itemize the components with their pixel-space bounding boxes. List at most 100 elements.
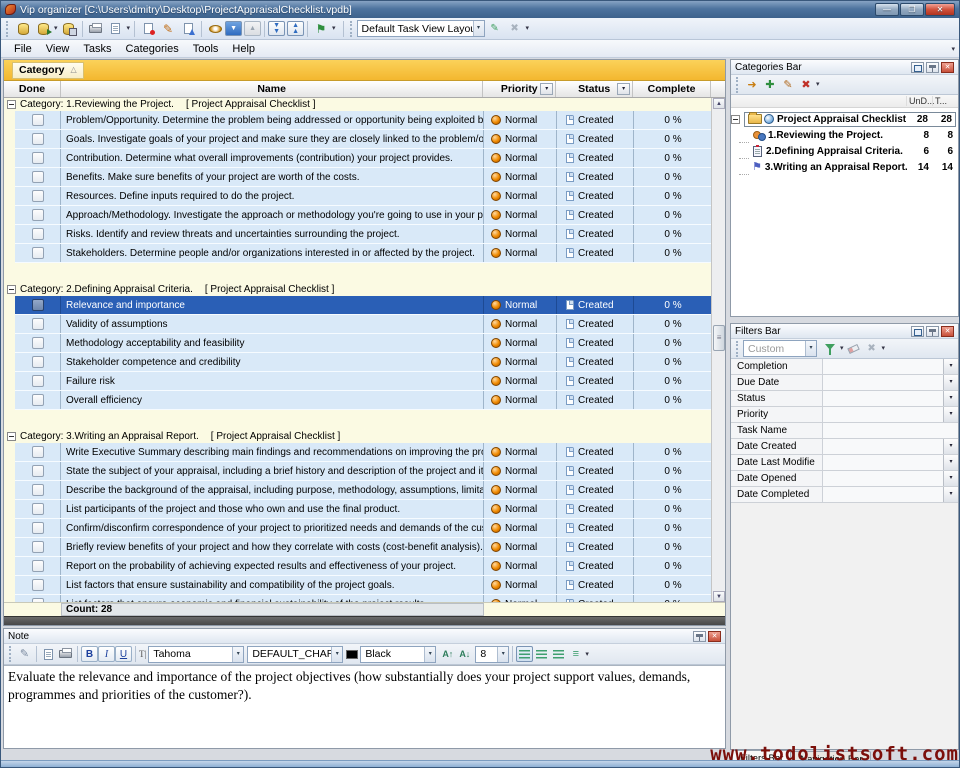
layout-caret-icon[interactable]: ▾ bbox=[526, 19, 530, 38]
font-name-dropdown[interactable]: ▾ bbox=[232, 647, 243, 662]
menu-help[interactable]: Help bbox=[225, 42, 262, 56]
toolbar-grip[interactable] bbox=[6, 21, 10, 37]
column-total[interactable]: T... bbox=[932, 96, 958, 106]
task-row[interactable]: Methodology acceptability and feasibilit… bbox=[15, 334, 711, 353]
menu-file[interactable]: File bbox=[7, 42, 39, 56]
task-row[interactable]: Contribution. Determine what overall imp… bbox=[15, 149, 711, 168]
task-checkbox[interactable] bbox=[32, 541, 44, 553]
filter-value-field[interactable] bbox=[823, 487, 943, 502]
note-close-icon[interactable]: ✕ bbox=[708, 631, 721, 642]
task-checkbox[interactable] bbox=[32, 133, 44, 145]
move-down-button[interactable]: ▼ bbox=[225, 21, 242, 36]
delete-category-button[interactable]: ✖ bbox=[797, 77, 815, 93]
task-row[interactable]: List factors that ensure sustainability … bbox=[15, 576, 711, 595]
tree-item[interactable]: 1.Reviewing the Project.88 bbox=[731, 127, 958, 143]
filter-dropdown-icon[interactable]: ▾ bbox=[943, 391, 958, 406]
task-row[interactable]: List factors that ensure economic and fi… bbox=[15, 595, 711, 602]
task-row[interactable]: Resources. Define inputs required to do … bbox=[15, 187, 711, 206]
filter-dropdown-icon[interactable]: ▾ bbox=[943, 439, 958, 454]
font-size-combo[interactable]: 8 ▾ bbox=[475, 646, 509, 663]
task-checkbox[interactable] bbox=[32, 560, 44, 572]
scrollbar-thumb[interactable] bbox=[713, 325, 725, 351]
toolbar-grip[interactable] bbox=[736, 77, 740, 93]
filter-dropdown-icon[interactable]: ▾ bbox=[943, 375, 958, 390]
font-color-dropdown[interactable]: ▾ bbox=[424, 647, 435, 662]
delete-task-button[interactable] bbox=[178, 19, 198, 38]
task-checkbox[interactable] bbox=[32, 190, 44, 202]
menu-view[interactable]: View bbox=[39, 42, 77, 56]
collapse-icon[interactable] bbox=[7, 432, 16, 441]
underline-button[interactable]: U bbox=[115, 646, 132, 662]
restore-icon[interactable] bbox=[911, 326, 924, 337]
filter-dropdown-icon[interactable]: ▾ bbox=[943, 471, 958, 486]
tree-collapse-icon[interactable] bbox=[731, 115, 740, 124]
column-undone[interactable]: UnD... bbox=[906, 96, 932, 106]
filter-value-field[interactable] bbox=[823, 423, 958, 438]
filter-dropdown-icon[interactable]: ▾ bbox=[943, 359, 958, 374]
filters-close-icon[interactable]: ✕ bbox=[941, 326, 954, 337]
apply-filter-button[interactable] bbox=[821, 341, 839, 357]
categories-close-icon[interactable]: ✕ bbox=[941, 62, 954, 73]
charset-combo[interactable]: DEFAULT_CHAR ▾ bbox=[247, 646, 343, 663]
task-checkbox[interactable] bbox=[32, 503, 44, 515]
font-name-combo[interactable]: Tahoma ▾ bbox=[148, 646, 244, 663]
filter-value-field[interactable] bbox=[823, 471, 943, 486]
group-by-category-chip[interactable]: Category △ bbox=[12, 62, 84, 79]
task-row[interactable]: Overall efficiencyNormalCreated0 % bbox=[15, 391, 711, 410]
task-checkbox[interactable] bbox=[32, 209, 44, 221]
note-edit-button[interactable]: ✎ bbox=[16, 646, 33, 662]
layout-combo-dropdown[interactable]: ▾ bbox=[473, 21, 484, 36]
tree-item[interactable]: ⚑3.Writing an Appraisal Report.1414 bbox=[731, 159, 958, 175]
italic-button[interactable]: I bbox=[98, 646, 115, 662]
note-page-button[interactable] bbox=[40, 646, 57, 662]
remove-filter-button[interactable]: ✖ bbox=[863, 341, 881, 357]
task-checkbox[interactable] bbox=[32, 579, 44, 591]
filter-value-field[interactable] bbox=[823, 455, 943, 470]
delete-layout-button[interactable]: ✖ bbox=[505, 19, 525, 38]
task-row[interactable]: Approach/Methodology. Investigate the ap… bbox=[15, 206, 711, 225]
filter-dropdown-icon[interactable]: ▾ bbox=[943, 407, 958, 422]
save-layout-button[interactable]: ✎ bbox=[485, 19, 505, 38]
task-checkbox[interactable] bbox=[32, 152, 44, 164]
move-up-button[interactable]: ▲ bbox=[244, 21, 261, 36]
filter-dropdown-icon[interactable]: ▾ bbox=[943, 455, 958, 470]
open-database-caret-icon[interactable]: ▾ bbox=[54, 19, 58, 38]
task-checkbox[interactable] bbox=[32, 247, 44, 259]
new-database-button[interactable] bbox=[13, 19, 33, 38]
minimize-button[interactable]: — bbox=[875, 3, 899, 16]
task-row[interactable]: Relevance and importanceNormalCreated0 % bbox=[15, 296, 711, 315]
layout-combo[interactable]: Default Task View Layout ▾ bbox=[357, 20, 485, 37]
task-row[interactable]: Stakeholder competence and credibilityNo… bbox=[15, 353, 711, 372]
filter-preset-dropdown[interactable]: ▾ bbox=[805, 341, 816, 356]
task-checkbox[interactable] bbox=[32, 446, 44, 458]
collapse-icon[interactable] bbox=[7, 285, 16, 294]
print-preview-button[interactable] bbox=[106, 19, 126, 38]
decrease-font-button[interactable]: A↓ bbox=[456, 646, 473, 662]
task-checkbox[interactable] bbox=[32, 228, 44, 240]
align-center-button[interactable] bbox=[533, 646, 550, 662]
task-checkbox[interactable] bbox=[32, 394, 44, 406]
charset-dropdown[interactable]: ▾ bbox=[331, 647, 342, 662]
print-caret-icon[interactable]: ▾ bbox=[127, 19, 131, 38]
menu-categories[interactable]: Categories bbox=[119, 42, 186, 56]
apply-filter-caret-icon[interactable]: ▾ bbox=[840, 339, 844, 358]
pin-icon[interactable] bbox=[926, 326, 939, 337]
filter-value-field[interactable] bbox=[823, 359, 943, 374]
scroll-up-icon[interactable]: ▲ bbox=[713, 98, 725, 109]
task-row[interactable]: List participants of the project and tho… bbox=[15, 500, 711, 519]
task-checkbox[interactable] bbox=[32, 375, 44, 387]
column-header-done[interactable]: Done bbox=[4, 81, 61, 97]
restore-icon[interactable] bbox=[911, 62, 924, 73]
filters-toolbar-caret-icon[interactable]: ▾ bbox=[882, 339, 886, 358]
filter-dropdown-icon[interactable]: ▾ bbox=[943, 487, 958, 502]
pin-icon[interactable] bbox=[693, 631, 706, 642]
task-row[interactable]: Report on the probability of achieving e… bbox=[15, 557, 711, 576]
align-left-button[interactable] bbox=[516, 646, 533, 662]
task-row[interactable]: Write Executive Summary describing main … bbox=[15, 443, 711, 462]
task-checkbox[interactable] bbox=[32, 337, 44, 349]
view-notes-button[interactable] bbox=[205, 19, 225, 38]
edit-category-button[interactable]: ✎ bbox=[779, 77, 797, 93]
toolbar-grip[interactable] bbox=[350, 21, 354, 37]
grid-horizontal-scrollbar[interactable] bbox=[4, 616, 725, 625]
tree-item[interactable]: Project Appraisal Checklist2828 bbox=[731, 111, 958, 127]
